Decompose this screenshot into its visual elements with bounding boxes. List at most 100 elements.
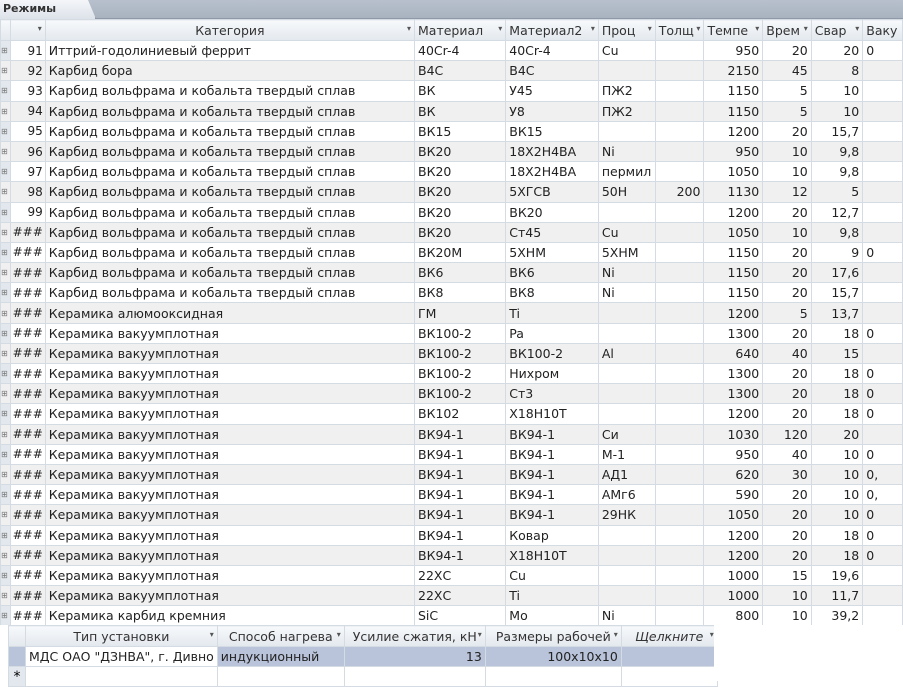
cell-Категория[interactable]: Керамика вакуумплотная: [44, 342, 416, 365]
cell-Ваку[interactable]: [862, 201, 903, 223]
cell-Ваку[interactable]: 0: [862, 443, 903, 465]
cell-Свар[interactable]: 20: [810, 423, 864, 445]
cell-Категория[interactable]: Карбид вольфрама и кобальта твердый спла…: [44, 181, 416, 203]
cell-Ваку[interactable]: 0: [862, 241, 903, 264]
cell-Свар[interactable]: 19,6: [810, 564, 864, 587]
cell-Ваку[interactable]: [862, 120, 903, 142]
table-row[interactable]: ⊞ ### Керамика вакуумплотная ВК100-2 ВК100-2…: [0, 342, 903, 365]
cell-Врем[interactable]: 5: [762, 80, 812, 102]
cell-Материал[interactable]: ВК: [413, 100, 507, 122]
id-cell[interactable]: ###: [9, 383, 46, 405]
table-row[interactable]: ⊞ 96 Карбид вольфрама и кобальта твердый с…: [0, 140, 903, 163]
expand-subdatasheet-icon[interactable]: ⊞: [0, 282, 11, 304]
id-cell[interactable]: 94: [9, 100, 46, 122]
cell-Проц[interactable]: [597, 403, 656, 425]
cell-Проц[interactable]: [597, 60, 656, 82]
cell-Свар[interactable]: 10: [810, 100, 864, 122]
cell-Ваку[interactable]: 0,: [862, 484, 903, 506]
cell-Проц[interactable]: ПЖ2: [597, 80, 656, 102]
cell-Толщ[interactable]: [654, 262, 705, 284]
table-row[interactable]: ⊞ ### Керамика вакуумплотная ВК100-2 Нихром 1…: [0, 362, 903, 385]
cell-Толщ[interactable]: [654, 605, 705, 627]
cell-Свар[interactable]: 12,7: [810, 201, 864, 223]
id-cell[interactable]: 92: [9, 60, 46, 82]
cell-Проц[interactable]: [597, 585, 656, 607]
cell-Толщ[interactable]: [654, 403, 705, 425]
sort-filter-dropdown-icon[interactable]: ▾: [591, 24, 595, 33]
cell-Проц[interactable]: 50Н: [597, 181, 656, 203]
cell-Врем[interactable]: 20: [762, 403, 812, 425]
cell-Ваку[interactable]: [862, 221, 903, 243]
cell-Темпе[interactable]: 1000: [703, 585, 764, 607]
cell-Врем[interactable]: 30: [762, 463, 812, 486]
cell-Материал[interactable]: ВК94-1: [413, 463, 507, 486]
expand-subdatasheet-icon[interactable]: ⊞: [0, 585, 11, 607]
cell-Толщ[interactable]: [654, 80, 705, 102]
id-column-header[interactable]: ▾: [9, 19, 46, 41]
cell-Темпе[interactable]: 950: [703, 39, 764, 62]
column-header-5[interactable]: Темпе ▾: [703, 19, 764, 41]
cell-Врем[interactable]: 20: [762, 282, 812, 304]
sort-filter-dropdown-icon[interactable]: ▾: [498, 24, 502, 33]
cell-Толщ[interactable]: [654, 463, 705, 486]
cell-Врем[interactable]: 20: [762, 544, 812, 566]
cell-Врем[interactable]: 20: [762, 362, 812, 385]
table-row[interactable]: ⊞ 95 Карбид вольфрама и кобальта твердый с…: [0, 120, 903, 142]
id-cell[interactable]: ###: [9, 524, 46, 546]
sort-filter-dropdown-icon[interactable]: ▾: [855, 24, 859, 33]
cell-Категория[interactable]: Керамика вакуумплотная: [44, 362, 416, 385]
cell-Ваку[interactable]: 0: [862, 524, 903, 546]
table-row[interactable]: ⊞ ### Керамика вакуумплотная ВК100-2 Pa 1300 2…: [0, 322, 903, 344]
cell-Категория[interactable]: Керамика вакуумплотная: [44, 403, 416, 425]
id-cell[interactable]: ###: [9, 262, 46, 284]
expand-subdatasheet-icon[interactable]: ⊞: [0, 605, 11, 627]
cell-Ваку[interactable]: 0: [862, 362, 903, 385]
cell-Врем[interactable]: 20: [762, 262, 812, 284]
cell-Проц[interactable]: [597, 201, 656, 223]
cell-Материал[interactable]: ВК20: [413, 181, 507, 203]
cell-Категория[interactable]: Керамика вакуумплотная: [44, 585, 416, 607]
cell-Свар[interactable]: 9,8: [810, 221, 864, 243]
cell-Материал[interactable]: ВК15: [413, 120, 507, 142]
cell-Ваку[interactable]: 0: [862, 504, 903, 526]
subform-new-row[interactable]: *: [8, 666, 718, 687]
cell-Врем[interactable]: 20: [762, 383, 812, 405]
cell-Врем[interactable]: 20: [762, 201, 812, 223]
cell-Ваку[interactable]: 0: [862, 39, 903, 62]
cell-Материал2[interactable]: 5ХНМ: [505, 241, 599, 264]
cell-Врем[interactable]: 20: [762, 322, 812, 344]
sort-filter-dropdown-icon[interactable]: ▾: [804, 24, 808, 33]
cell-Материал2[interactable]: Х18Н10Т: [505, 403, 599, 425]
cell-Свар[interactable]: 5: [810, 181, 864, 203]
cell-Толщ[interactable]: [654, 282, 705, 304]
expand-subdatasheet-icon[interactable]: ⊞: [0, 504, 11, 526]
cell-Категория[interactable]: Керамика карбид кремния: [44, 605, 416, 627]
cell-Категория[interactable]: Карбид вольфрама и кобальта твердый спла…: [44, 282, 416, 304]
cell-Толщ[interactable]: [654, 39, 705, 62]
cell-Толщ[interactable]: [654, 342, 705, 365]
cell-Категория[interactable]: Керамика вакуумплотная: [44, 524, 416, 546]
expand-subdatasheet-icon[interactable]: ⊞: [0, 403, 11, 425]
cell-Проц[interactable]: 29НК: [597, 504, 656, 526]
cell-Темпе[interactable]: 620: [703, 463, 764, 486]
cell-Материал2[interactable]: Нихром: [505, 362, 599, 385]
cell-Толщ[interactable]: [654, 544, 705, 566]
cell-Толщ[interactable]: [654, 201, 705, 223]
cell-Материал2[interactable]: Ст3: [505, 383, 599, 405]
cell-Материал[interactable]: ГМ: [413, 302, 507, 324]
table-row[interactable]: ⊞ 92 Карбид бора B4C B4C 2150 45 8: [0, 60, 903, 82]
id-cell[interactable]: ###: [9, 504, 46, 526]
id-cell[interactable]: 97: [9, 161, 46, 183]
cell-Материал[interactable]: ВК20: [413, 201, 507, 223]
id-cell[interactable]: 91: [9, 39, 46, 62]
cell-Врем[interactable]: 12: [762, 181, 812, 203]
cell-Ваку[interactable]: [862, 181, 903, 203]
table-row[interactable]: ⊞ ### Керамика вакуумплотная ВК102 Х18Н10Т 12…: [0, 403, 903, 425]
cell-Врем[interactable]: 120: [762, 423, 812, 445]
cell-Темпе[interactable]: 1050: [703, 161, 764, 183]
cell-Свар[interactable]: 10: [810, 463, 864, 486]
cell-Толщ[interactable]: [654, 443, 705, 465]
cell-Материал2[interactable]: ВК94-1: [505, 423, 599, 445]
cell-Ваку[interactable]: [862, 140, 903, 163]
cell-Толщ[interactable]: [654, 423, 705, 445]
